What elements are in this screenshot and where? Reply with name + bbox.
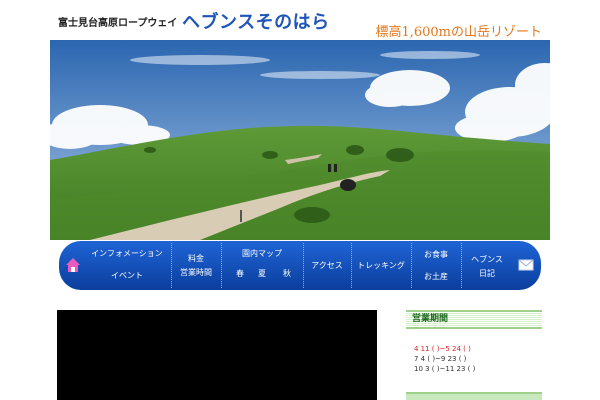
house-icon[interactable]: [65, 257, 81, 273]
mail-icon[interactable]: [518, 257, 534, 273]
nav-item-summer[interactable]: 夏: [255, 267, 269, 281]
business-period-autumn: 10 3 ( )~11 23 ( ): [414, 365, 476, 373]
nav-item-trekking[interactable]: トレッキング: [352, 259, 410, 273]
nav-item-access[interactable]: アクセス: [304, 259, 350, 273]
site-header: 富士見台高原ロープウェイ ヘブンスそのはら 標高1,600mの山岳リゾート: [50, 0, 550, 40]
hero-image: [50, 40, 550, 240]
nav-item-events[interactable]: イベント: [83, 269, 171, 283]
sidebar: 営業期間 4 11 ( )~5 24 ( ) 7 4 ( )~9 23 ( ) …: [406, 310, 542, 400]
nav-item-autumn[interactable]: 秋: [280, 267, 294, 281]
nav-label-prices: 料金: [188, 254, 204, 263]
main-nav: インフォメーション イベント 料金 営業時間 園内マップ 春 夏 秋 アクセス …: [59, 241, 541, 290]
nav-item-heavens-diary[interactable]: ヘブンス 日記: [462, 253, 512, 281]
site-tagline: 標高1,600mの山岳リゾート: [375, 25, 542, 40]
nav-item-souvenirs[interactable]: お土産: [412, 270, 460, 284]
nav-label-hours: 営業時間: [180, 268, 212, 277]
nav-item-dining[interactable]: お食事: [412, 248, 460, 262]
nav-item-prices-hours[interactable]: 料金 営業時間: [172, 252, 220, 280]
business-period-spring: 4 11 ( )~5 24 ( ): [414, 345, 471, 353]
business-period-summer: 7 4 ( )~9 23 ( ): [414, 355, 467, 363]
hero-landscape-photo: [50, 40, 550, 240]
nav-label-diary: 日記: [479, 269, 495, 278]
nav-label-heavens: ヘブンス: [471, 255, 503, 264]
video-player[interactable]: [57, 310, 377, 400]
nav-item-park-map[interactable]: 園内マップ: [222, 247, 302, 261]
business-period-heading: 営業期間: [406, 310, 542, 329]
nav-item-information[interactable]: インフォメーション: [83, 247, 171, 261]
nav-item-spring[interactable]: 春: [233, 267, 247, 281]
site-logo-text[interactable]: ヘブンスそのはら: [182, 8, 330, 34]
sidebar-next-panel: [406, 392, 542, 400]
site-subtitle: 富士見台高原ロープウェイ: [58, 18, 178, 29]
